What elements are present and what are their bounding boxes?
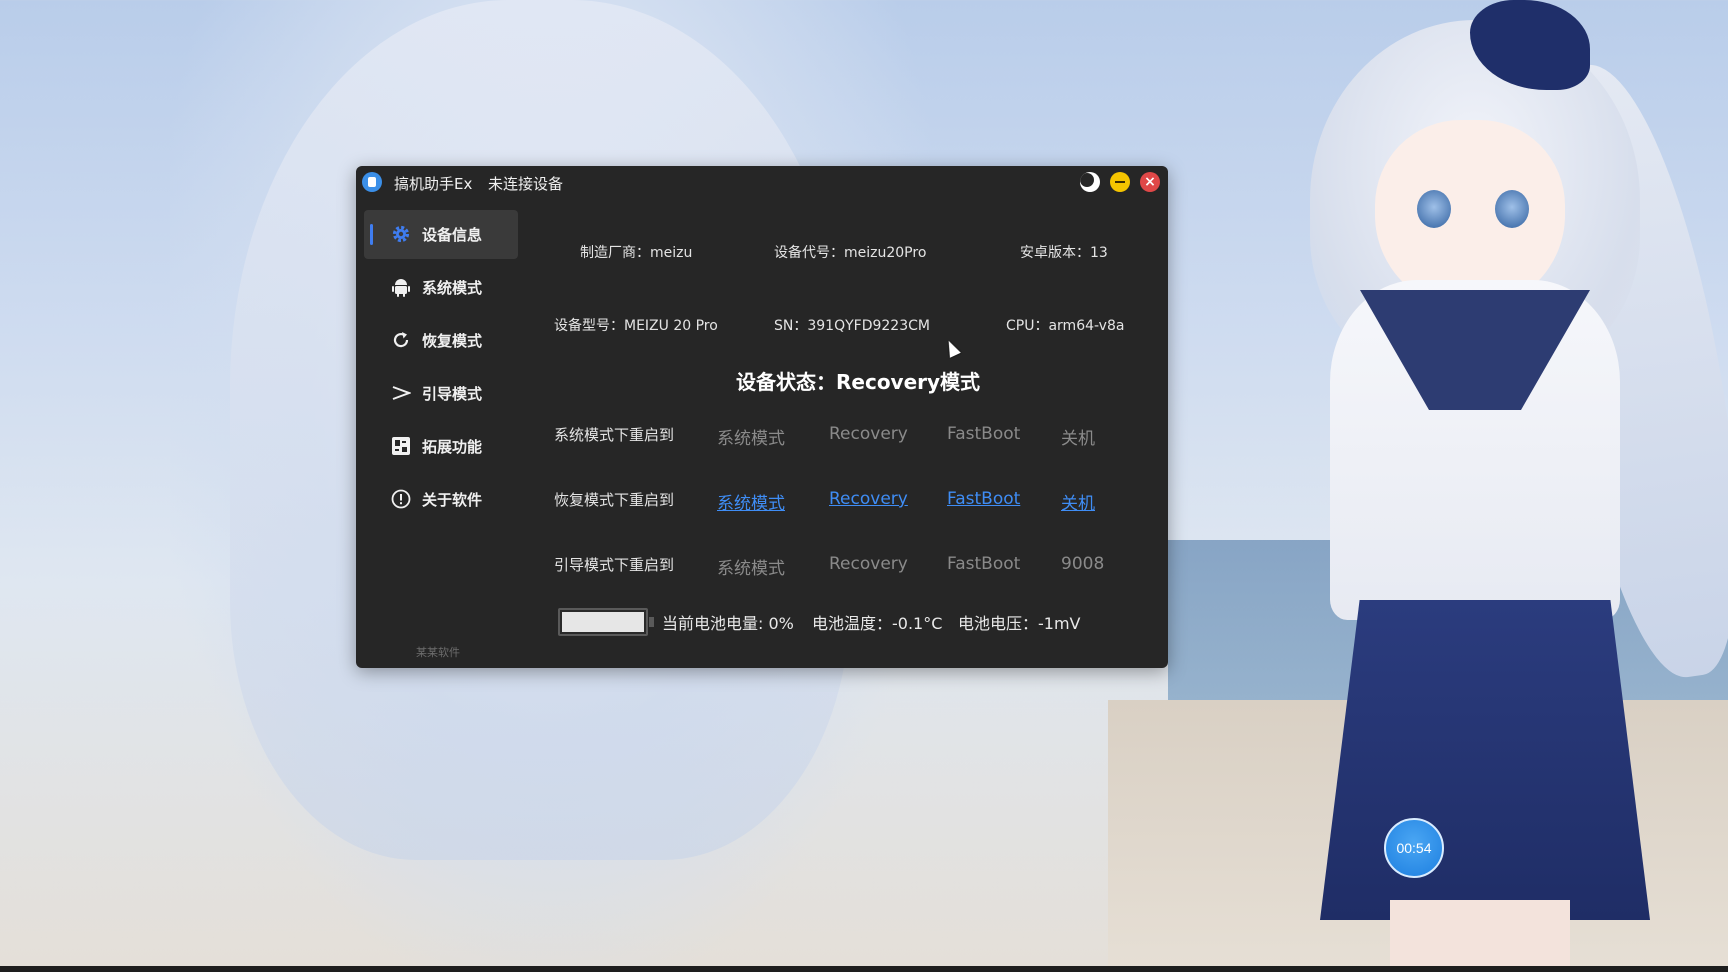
sidebar-item-label: 恢复模式: [422, 332, 483, 350]
battery-fill: [562, 612, 644, 632]
taskbar-edge: [0, 966, 1728, 972]
android-version-info: 安卓版本：13: [1020, 245, 1108, 261]
recovery-mode-reboot-label: 恢复模式下重启到: [554, 491, 675, 509]
system-row-reboot-system: 系统模式: [717, 429, 785, 449]
device-status: 设备状态：Recovery模式: [736, 370, 981, 394]
battery-icon: [558, 608, 654, 636]
app-title: 搞机助手Ex: [394, 175, 473, 193]
connection-status: 未连接设备: [488, 175, 564, 193]
recording-timer[interactable]: 00:54: [1384, 818, 1444, 878]
close-button[interactable]: ×: [1140, 172, 1160, 192]
minimize-button[interactable]: [1110, 172, 1130, 192]
sidebar-item-label: 引导模式: [422, 385, 483, 403]
refresh-icon: [390, 329, 412, 351]
sidebar-item-extensions[interactable]: 拓展功能: [364, 422, 518, 471]
bootloader-row-reboot-system: 系统模式: [717, 559, 785, 579]
wallpaper-character: [1270, 0, 1728, 972]
wallpaper-eye-right: [1495, 190, 1529, 228]
system-row-reboot-recovery: Recovery: [829, 424, 908, 444]
battery-temperature: 电池温度：-0.1°C: [812, 614, 943, 633]
system-row-power-off: 关机: [1061, 429, 1095, 449]
bootloader-row-reboot-recovery: Recovery: [829, 554, 908, 574]
android-icon: [390, 276, 412, 298]
model-info: 设备型号：MEIZU 20 Pro: [554, 318, 718, 334]
sidebar-item-about[interactable]: 关于软件: [364, 475, 518, 524]
sidebar-item-device-info[interactable]: 设备信息: [364, 210, 518, 259]
active-indicator: [370, 224, 373, 245]
app-window: 搞机助手Ex 未连接设备 × 设备信息 系统模式 恢复模式 引导模式 拓展功能 …: [356, 166, 1168, 668]
battery-voltage: 电池电压：-1mV: [958, 614, 1081, 633]
sidebar-item-label: 拓展功能: [422, 438, 483, 456]
info-icon: [390, 488, 412, 510]
recovery-row-reboot-fastboot-link[interactable]: FastBoot: [947, 489, 1020, 509]
battery-cap: [649, 617, 654, 627]
system-row-reboot-fastboot: FastBoot: [947, 424, 1021, 444]
title-bar[interactable]: 搞机助手Ex 未连接设备 ×: [356, 166, 1168, 198]
sidebar-item-label: 系统模式: [422, 279, 483, 297]
serial-number-info: SN：391QYFD9223CM: [774, 318, 930, 334]
recovery-row-reboot-system-link[interactable]: 系统模式: [717, 489, 785, 514]
sidebar-item-bootloader-mode[interactable]: 引导模式: [364, 369, 518, 418]
manufacturer-info: 制造厂商：meizu: [580, 245, 693, 261]
battery-level: 当前电池电量: 0%: [662, 614, 794, 633]
extension-icon: [390, 435, 412, 457]
gear-icon: [390, 223, 412, 245]
sidebar-item-label: 设备信息: [422, 226, 483, 244]
bootloader-mode-reboot-label: 引导模式下重启到: [554, 556, 675, 574]
sidebar-item-recovery-mode[interactable]: 恢复模式: [364, 316, 518, 365]
bootloader-row-reboot-fastboot: FastBoot: [947, 554, 1021, 574]
wallpaper-eye-left: [1417, 190, 1451, 228]
wallpaper-legs: [1390, 900, 1570, 972]
sidebar-item-label: 关于软件: [422, 491, 483, 509]
wallpaper-skirt: [1320, 600, 1650, 920]
recovery-row-power-off-link[interactable]: 关机: [1061, 489, 1095, 514]
sidebar: 设备信息 系统模式 恢复模式 引导模式 拓展功能 关于软件: [364, 210, 520, 650]
app-logo-icon: [362, 172, 382, 192]
recovery-row-reboot-recovery-link[interactable]: Recovery: [829, 489, 908, 509]
chevron-right-icon: [390, 382, 412, 404]
system-mode-reboot-label: 系统模式下重启到: [554, 426, 675, 444]
sidebar-item-system-mode[interactable]: 系统模式: [364, 263, 518, 312]
device-info-panel: 制造厂商：meizu 设备代号：meizu20Pro 安卓版本：13 设备型号：…: [536, 210, 1156, 650]
theme-toggle-moon-icon[interactable]: [1080, 172, 1100, 192]
codename-info: 设备代号：meizu20Pro: [774, 245, 927, 261]
footer-brand: 某某软件: [416, 646, 460, 659]
bootloader-row-reboot-9008: 9008: [1061, 554, 1105, 574]
cpu-info: CPU：arm64-v8a: [1006, 318, 1125, 334]
